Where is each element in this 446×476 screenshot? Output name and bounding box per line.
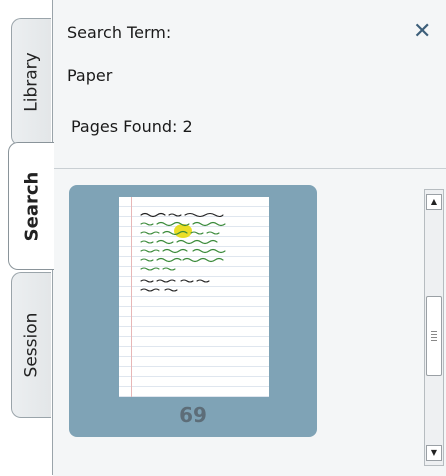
tab-library-label: Library <box>21 52 42 112</box>
scroll-up-button[interactable]: ▲ <box>426 194 442 210</box>
result-card[interactable]: 69 <box>69 185 317 437</box>
close-icon[interactable]: ✕ <box>413 19 431 44</box>
result-page-number: 69 <box>179 403 207 427</box>
results-list: 69 ▲ ▼ <box>53 168 446 476</box>
search-term-value: Paper <box>67 66 113 85</box>
page-thumbnail <box>119 197 269 397</box>
tab-search[interactable]: Search <box>8 142 54 270</box>
scroll-down-button[interactable]: ▼ <box>426 445 442 461</box>
pages-found-count: 2 <box>182 117 193 136</box>
tab-library[interactable]: Library <box>11 18 51 146</box>
pages-found-label: Pages Found: <box>71 117 178 136</box>
scroll-thumb[interactable] <box>426 296 442 376</box>
pages-found: Pages Found: 2 <box>71 117 193 136</box>
tab-session-label: Session <box>21 312 42 378</box>
search-term-label: Search Term: <box>67 23 172 42</box>
tab-session[interactable]: Session <box>11 272 51 418</box>
handwriting-scribble <box>140 212 226 292</box>
tab-search-label: Search <box>21 171 42 241</box>
scroll-grip-icon <box>431 331 437 341</box>
results-scrollbar[interactable]: ▲ ▼ <box>424 189 444 466</box>
tab-strip: Library Search Session <box>0 0 54 475</box>
search-panel: Search Term: ✕ Paper Pages Found: 2 69 ▲… <box>52 0 446 476</box>
